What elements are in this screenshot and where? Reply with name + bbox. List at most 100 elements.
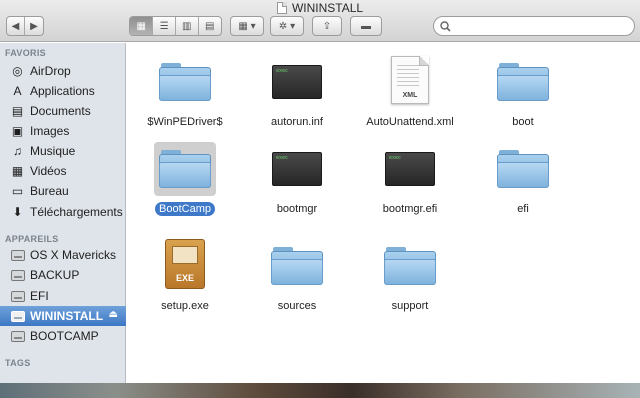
file-item-winpedriver[interactable]: $WinPEDriver$ — [130, 55, 240, 129]
file-item-autorun-inf[interactable]: exec autorun.inf — [242, 55, 352, 129]
exec-icon-wrap: exec — [266, 55, 328, 109]
sidebar-item-os-x-mavericks[interactable]: OS X Mavericks — [0, 245, 126, 265]
forward-button[interactable]: ▶ — [25, 17, 43, 35]
file-name: sources — [277, 300, 317, 312]
sidebar-item-label: Applications — [30, 84, 95, 98]
file-grid: $WinPEDriver$ exec autorun.inf XML AutoU… — [127, 43, 640, 385]
sidebar-item-downloads[interactable]: ⬇ Téléchargements — [0, 202, 126, 222]
xml-text: XML — [402, 92, 418, 99]
sidebar-item-label: EFI — [30, 289, 49, 303]
sidebar-item-label: Musique — [30, 144, 76, 158]
toolbar: WININSTALL ◀ ▶ ▦ ☰ ▥ ▤ ▦ ▾ ✲ ▾ ⇪ ▬ — [0, 0, 640, 42]
action-button[interactable]: ✲ ▾ — [270, 16, 304, 36]
hard-drive-icon — [10, 268, 25, 283]
history-buttons: ◀ ▶ — [6, 16, 44, 36]
applications-icon: A — [13, 84, 22, 98]
search-field[interactable] — [433, 16, 635, 36]
back-arrow-icon: ◀ — [11, 20, 20, 32]
sidebar-item-label: BACKUP — [30, 268, 80, 282]
file-name: BootCamp — [155, 202, 215, 216]
arrange-button[interactable]: ▦ ▾ — [230, 16, 264, 36]
file-item-setup-exe[interactable]: EXE setup.exe — [130, 235, 240, 313]
title-bar: WININSTALL — [0, 1, 640, 15]
file-name: bootmgr.efi — [382, 203, 438, 215]
file-name: AutoUnattend.xml — [366, 116, 454, 128]
file-name: autorun.inf — [271, 116, 323, 128]
favorites-section-title: FAVORIS — [5, 48, 46, 58]
sidebar: FAVORIS ◎ AirDrop A Applications ▤ Docum… — [0, 43, 126, 385]
sidebar-item-documents[interactable]: ▤ Documents — [0, 101, 126, 121]
finder-window: WININSTALL ◀ ▶ ▦ ☰ ▥ ▤ ▦ ▾ ✲ ▾ ⇪ ▬ FAVOR… — [0, 0, 640, 385]
folder-icon — [497, 150, 549, 188]
file-name: boot — [512, 116, 534, 128]
hard-drive-icon — [10, 248, 25, 263]
file-item-autounattend-xml[interactable]: XML AutoUnattend.xml — [355, 51, 465, 129]
exe-package-icon: EXE — [165, 239, 205, 289]
coverflow-view-button[interactable]: ▤ — [199, 17, 221, 35]
folder-icon — [159, 150, 211, 188]
file-item-bootmgr[interactable]: exec bootmgr — [242, 142, 352, 216]
share-button[interactable]: ⇪ — [312, 16, 342, 36]
file-name: $WinPEDriver$ — [147, 116, 223, 128]
sidebar-item-bootcamp[interactable]: BOOTCAMP — [0, 326, 126, 346]
sidebar-item-wininstall[interactable]: WININSTALL ⏏ — [0, 306, 126, 326]
terminal-exec-icon: exec — [272, 65, 322, 99]
downloads-icon: ⬇ — [12, 205, 23, 219]
terminal-exec-icon: exec — [385, 152, 435, 186]
folder-icon-wrap — [154, 55, 216, 109]
search-input[interactable] — [455, 20, 634, 32]
exec-icon-wrap: exec — [379, 142, 441, 196]
file-item-efi[interactable]: efi — [468, 142, 578, 216]
desktop-background — [0, 383, 640, 398]
coverflow-view-icon: ▤ — [205, 20, 215, 32]
back-button[interactable]: ◀ — [7, 17, 26, 35]
sidebar-item-label: AirDrop — [30, 64, 71, 78]
icon-view-button[interactable]: ▦ — [130, 17, 154, 35]
column-view-icon: ▥ — [182, 20, 192, 32]
search-icon — [440, 20, 451, 32]
sidebar-item-label: Images — [30, 124, 70, 138]
xml-icon-wrap: XML — [379, 51, 441, 109]
desktop-icon: ▭ — [11, 184, 24, 198]
sidebar-item-applications[interactable]: A Applications — [0, 81, 126, 101]
file-item-boot[interactable]: boot — [468, 55, 578, 129]
window-title: WININSTALL — [291, 1, 364, 15]
drive-icon — [276, 2, 287, 14]
hard-drive-icon — [10, 289, 25, 304]
column-view-button[interactable]: ▥ — [176, 17, 199, 35]
sidebar-item-videos[interactable]: ▦ Vidéos — [0, 161, 126, 181]
folder-icon — [271, 247, 323, 285]
folder-icon — [384, 247, 436, 285]
file-item-bootmgr-efi[interactable]: exec bootmgr.efi — [355, 142, 465, 216]
file-item-bootcamp[interactable]: BootCamp — [130, 142, 240, 216]
sidebar-item-music[interactable]: ♫ Musique — [0, 141, 126, 161]
exec-icon-wrap: exec — [266, 142, 328, 196]
terminal-exec-icon: exec — [272, 152, 322, 186]
folder-icon-wrap — [379, 239, 441, 293]
file-name: setup.exe — [161, 300, 209, 312]
sidebar-item-airdrop[interactable]: ◎ AirDrop — [0, 61, 126, 81]
file-item-sources[interactable]: sources — [242, 239, 352, 313]
images-icon: ▣ — [11, 124, 24, 138]
documents-icon: ▤ — [11, 104, 24, 118]
file-name: efi — [517, 203, 529, 215]
sidebar-item-efi[interactable]: EFI — [0, 286, 126, 306]
sidebar-item-label: Vidéos — [30, 164, 67, 178]
arrange-icon: ▦ ▾ — [238, 20, 256, 32]
sidebar-item-label: BOOTCAMP — [30, 329, 99, 343]
list-view-icon: ☰ — [159, 20, 169, 32]
gear-icon: ✲ ▾ — [278, 20, 296, 32]
sidebar-item-desktop[interactable]: ▭ Bureau — [0, 181, 126, 201]
xml-document-icon: XML — [391, 56, 429, 104]
eject-icon[interactable]: ⏏ — [109, 309, 118, 320]
sidebar-item-backup[interactable]: BACKUP — [0, 265, 126, 285]
edit-tags-button[interactable]: ▬ — [350, 16, 382, 36]
sidebar-item-label: Bureau — [30, 184, 69, 198]
devices-section-title: APPAREILS — [5, 234, 59, 244]
folder-icon-wrap — [266, 239, 328, 293]
sidebar-item-images[interactable]: ▣ Images — [0, 121, 126, 141]
file-name: bootmgr — [276, 203, 318, 215]
grid-view-icon: ▦ — [136, 20, 146, 32]
list-view-button[interactable]: ☰ — [153, 17, 176, 35]
file-item-support[interactable]: support — [355, 239, 465, 313]
